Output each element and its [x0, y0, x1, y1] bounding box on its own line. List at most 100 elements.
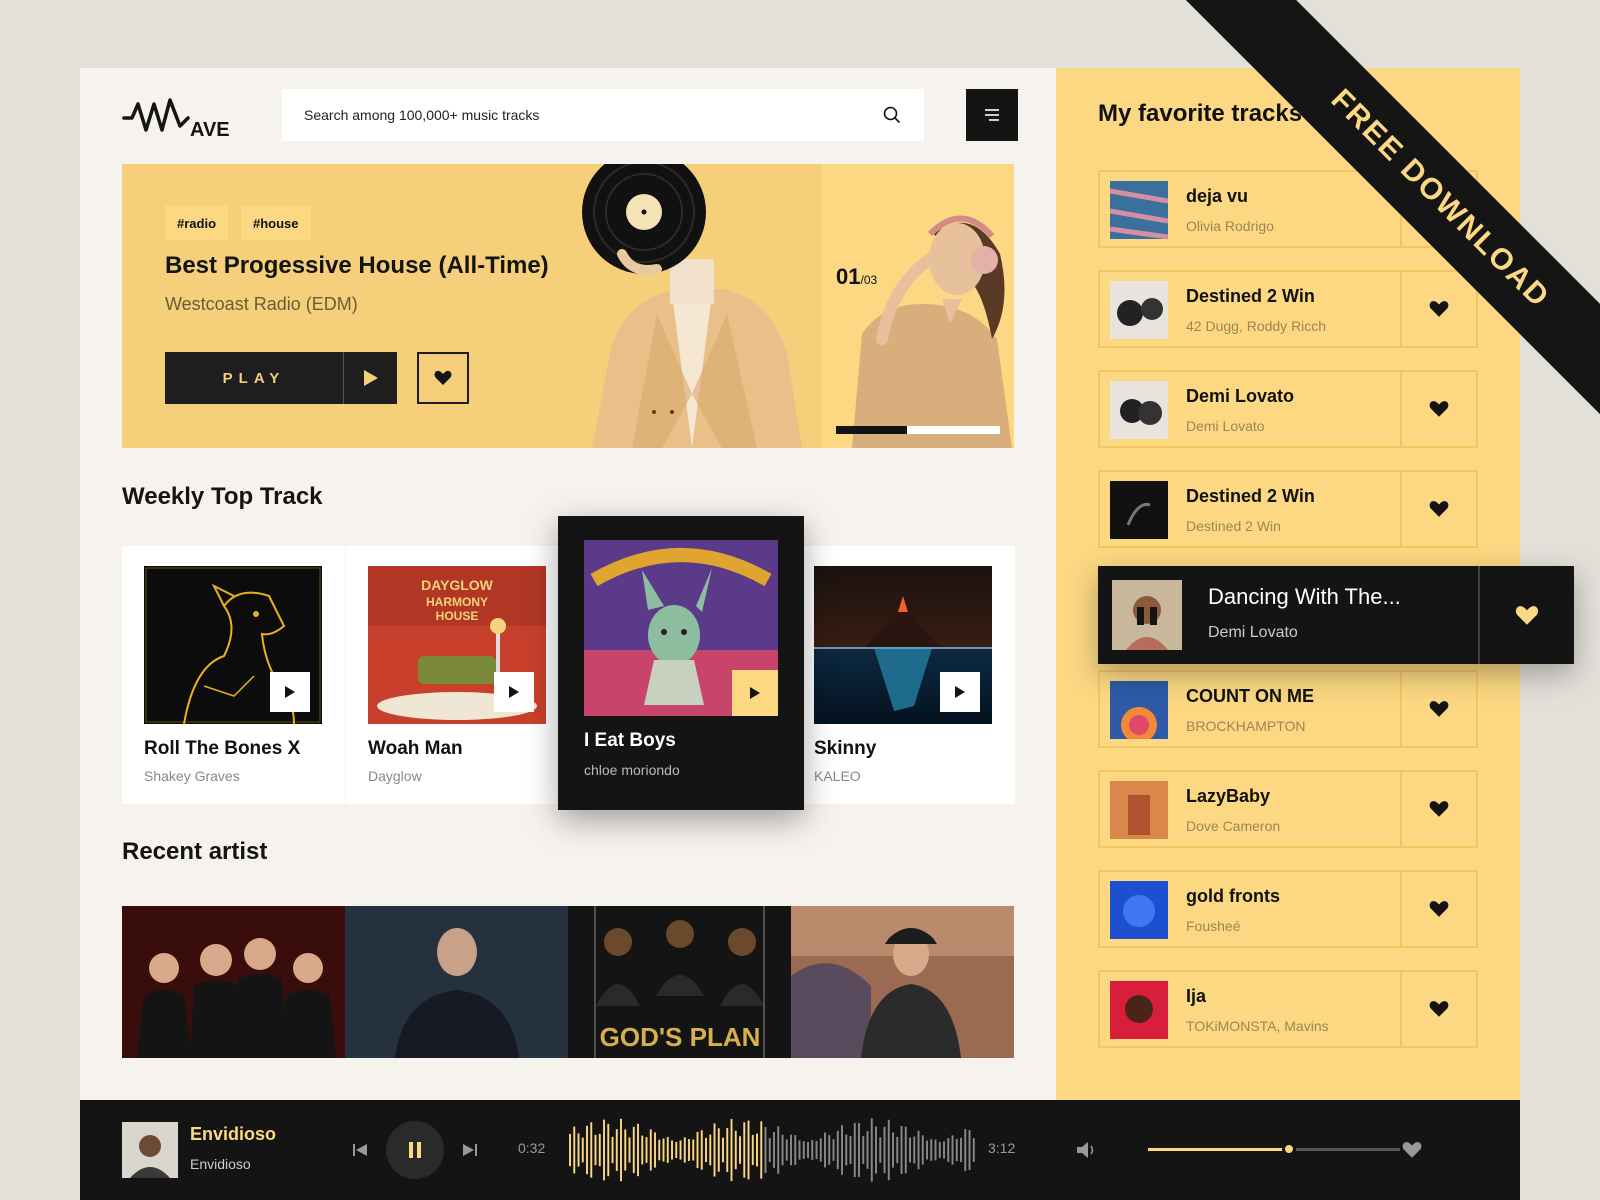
wave-logo[interactable]: AVE — [122, 96, 242, 140]
waveform-bar — [649, 1129, 652, 1171]
favorite-artist: Fousheé — [1186, 918, 1241, 934]
track-title: I Eat Boys — [584, 730, 676, 751]
waveform-bar — [960, 1137, 962, 1163]
svg-text:HOUSE: HOUSE — [436, 609, 479, 623]
favorite-heart-button[interactable] — [1400, 772, 1476, 846]
favorite-button[interactable] — [417, 352, 469, 404]
waveform-bar — [577, 1133, 580, 1167]
waveform-bar — [938, 1141, 941, 1159]
like-button[interactable] — [1398, 1136, 1426, 1164]
waveform-bar — [900, 1126, 903, 1174]
track-cover — [814, 566, 992, 724]
tag-radio[interactable]: #radio — [165, 206, 229, 240]
track-artist: KALEO — [814, 768, 861, 784]
track-play-button[interactable] — [270, 672, 310, 712]
favorite-heart-button[interactable] — [1478, 566, 1574, 664]
waveform-bar — [598, 1133, 601, 1167]
track-card[interactable]: Skinny KALEO — [792, 546, 1015, 804]
track-play-button[interactable] — [732, 670, 778, 716]
hero-vinyl-image — [582, 164, 802, 448]
waveform-bar — [892, 1132, 894, 1168]
artist-card[interactable] — [122, 906, 345, 1058]
waveform-bar — [828, 1135, 831, 1165]
track-artist: Dayglow — [368, 768, 422, 784]
waveform-bar — [581, 1137, 584, 1163]
waveform-bar — [709, 1134, 712, 1166]
tag-house[interactable]: #house — [241, 206, 311, 240]
favorite-item[interactable]: Destined 2 Win Destined 2 Win — [1098, 470, 1478, 548]
recent-title: Recent artist — [122, 838, 268, 865]
hero-title: Best Progessive House (All-Time) — [165, 252, 549, 279]
volume-button[interactable] — [1072, 1136, 1102, 1164]
logo-text: AVE — [190, 119, 230, 140]
favorite-artist: TOKiMONSTA, Mavins — [1186, 1018, 1329, 1034]
menu-button[interactable] — [966, 89, 1018, 141]
favorite-heart-button[interactable] — [1400, 972, 1476, 1046]
slide-progress[interactable] — [836, 426, 1000, 434]
artist-card[interactable] — [791, 906, 1014, 1058]
free-download-ribbon[interactable]: FREE DOWNLOAD — [1143, 0, 1600, 480]
waveform-bar — [590, 1122, 593, 1178]
play-icon — [285, 686, 295, 698]
favorite-heart-button[interactable] — [1400, 872, 1476, 946]
waveform-bar — [743, 1122, 746, 1178]
heart-icon — [1429, 901, 1449, 917]
waveform-bar — [726, 1127, 729, 1173]
favorite-cover — [1110, 981, 1168, 1039]
waveform-bar — [883, 1126, 886, 1174]
waveform-bar — [777, 1126, 780, 1174]
free-download-ribbon-area: FREE DOWNLOAD — [1100, 0, 1600, 480]
track-artist: chloe moriondo — [584, 762, 680, 778]
waveform-bar — [913, 1136, 916, 1164]
waveform-bar — [615, 1129, 618, 1171]
favorite-heart-button[interactable] — [1400, 472, 1476, 546]
waveform-bar — [968, 1130, 971, 1170]
favorite-item[interactable]: Ija TOKiMONSTA, Mavins — [1098, 970, 1478, 1048]
waveform-bar — [802, 1141, 805, 1159]
volume-slider[interactable] — [1148, 1142, 1400, 1156]
favorite-item[interactable]: LazyBaby Dove Cameron — [1098, 770, 1478, 848]
hero-subtitle: Westcoast Radio (EDM) — [165, 294, 358, 314]
favorite-item-active[interactable]: Dancing With The... Demi Lovato — [1098, 566, 1574, 664]
svg-text:HARMONY: HARMONY — [426, 595, 488, 609]
speaker-icon — [1077, 1142, 1094, 1158]
search-input[interactable]: Search among 100,000+ music tracks — [304, 107, 882, 123]
previous-button[interactable] — [346, 1136, 374, 1164]
track-play-button[interactable] — [494, 672, 534, 712]
waveform-bar — [798, 1140, 801, 1160]
artist-card[interactable]: GOD'S PLAN — [568, 906, 791, 1058]
play-icon — [343, 352, 397, 404]
favorite-heart-button[interactable] — [1400, 672, 1476, 746]
waveform-bar — [573, 1126, 576, 1174]
favorite-item[interactable]: COUNT ON ME BROCKHAMPTON — [1098, 670, 1478, 748]
waveform-bar — [853, 1122, 856, 1178]
waveform-bar — [658, 1139, 661, 1161]
pause-button[interactable] — [386, 1121, 444, 1179]
favorite-title: LazyBaby — [1186, 786, 1271, 806]
search-icon[interactable] — [882, 105, 902, 125]
next-button[interactable] — [456, 1136, 484, 1164]
volume-slider-handle[interactable] — [1282, 1142, 1297, 1156]
play-button[interactable]: PLAY — [165, 352, 397, 404]
waveform-bar — [764, 1127, 767, 1173]
search-bar[interactable]: Search among 100,000+ music tracks — [282, 89, 924, 141]
favorite-item[interactable]: gold fronts Fousheé — [1098, 870, 1478, 948]
track-play-button[interactable] — [940, 672, 980, 712]
waveform-bar — [841, 1125, 843, 1175]
waveform-bar — [637, 1123, 639, 1177]
favorite-cover — [1110, 681, 1168, 739]
waveform-bar — [654, 1132, 656, 1168]
track-card[interactable]: DAYGLOW HARMONY HOUSE Woah Man Dayglow — [346, 546, 569, 804]
track-card-active[interactable]: I Eat Boys chloe moriondo — [558, 516, 804, 810]
favorite-cover — [1110, 481, 1168, 539]
heart-icon — [1429, 501, 1449, 517]
waveform-bar — [824, 1132, 826, 1168]
track-card[interactable]: Roll The Bones X Shakey Graves — [122, 546, 345, 804]
waveform-seekbar[interactable] — [568, 1116, 976, 1184]
track-title: Woah Man — [368, 738, 463, 759]
play-icon — [509, 686, 519, 698]
waveform-bar — [662, 1138, 665, 1162]
artist-card[interactable] — [345, 906, 568, 1058]
waveform-bar — [645, 1137, 648, 1163]
waveform-bar — [947, 1138, 950, 1162]
